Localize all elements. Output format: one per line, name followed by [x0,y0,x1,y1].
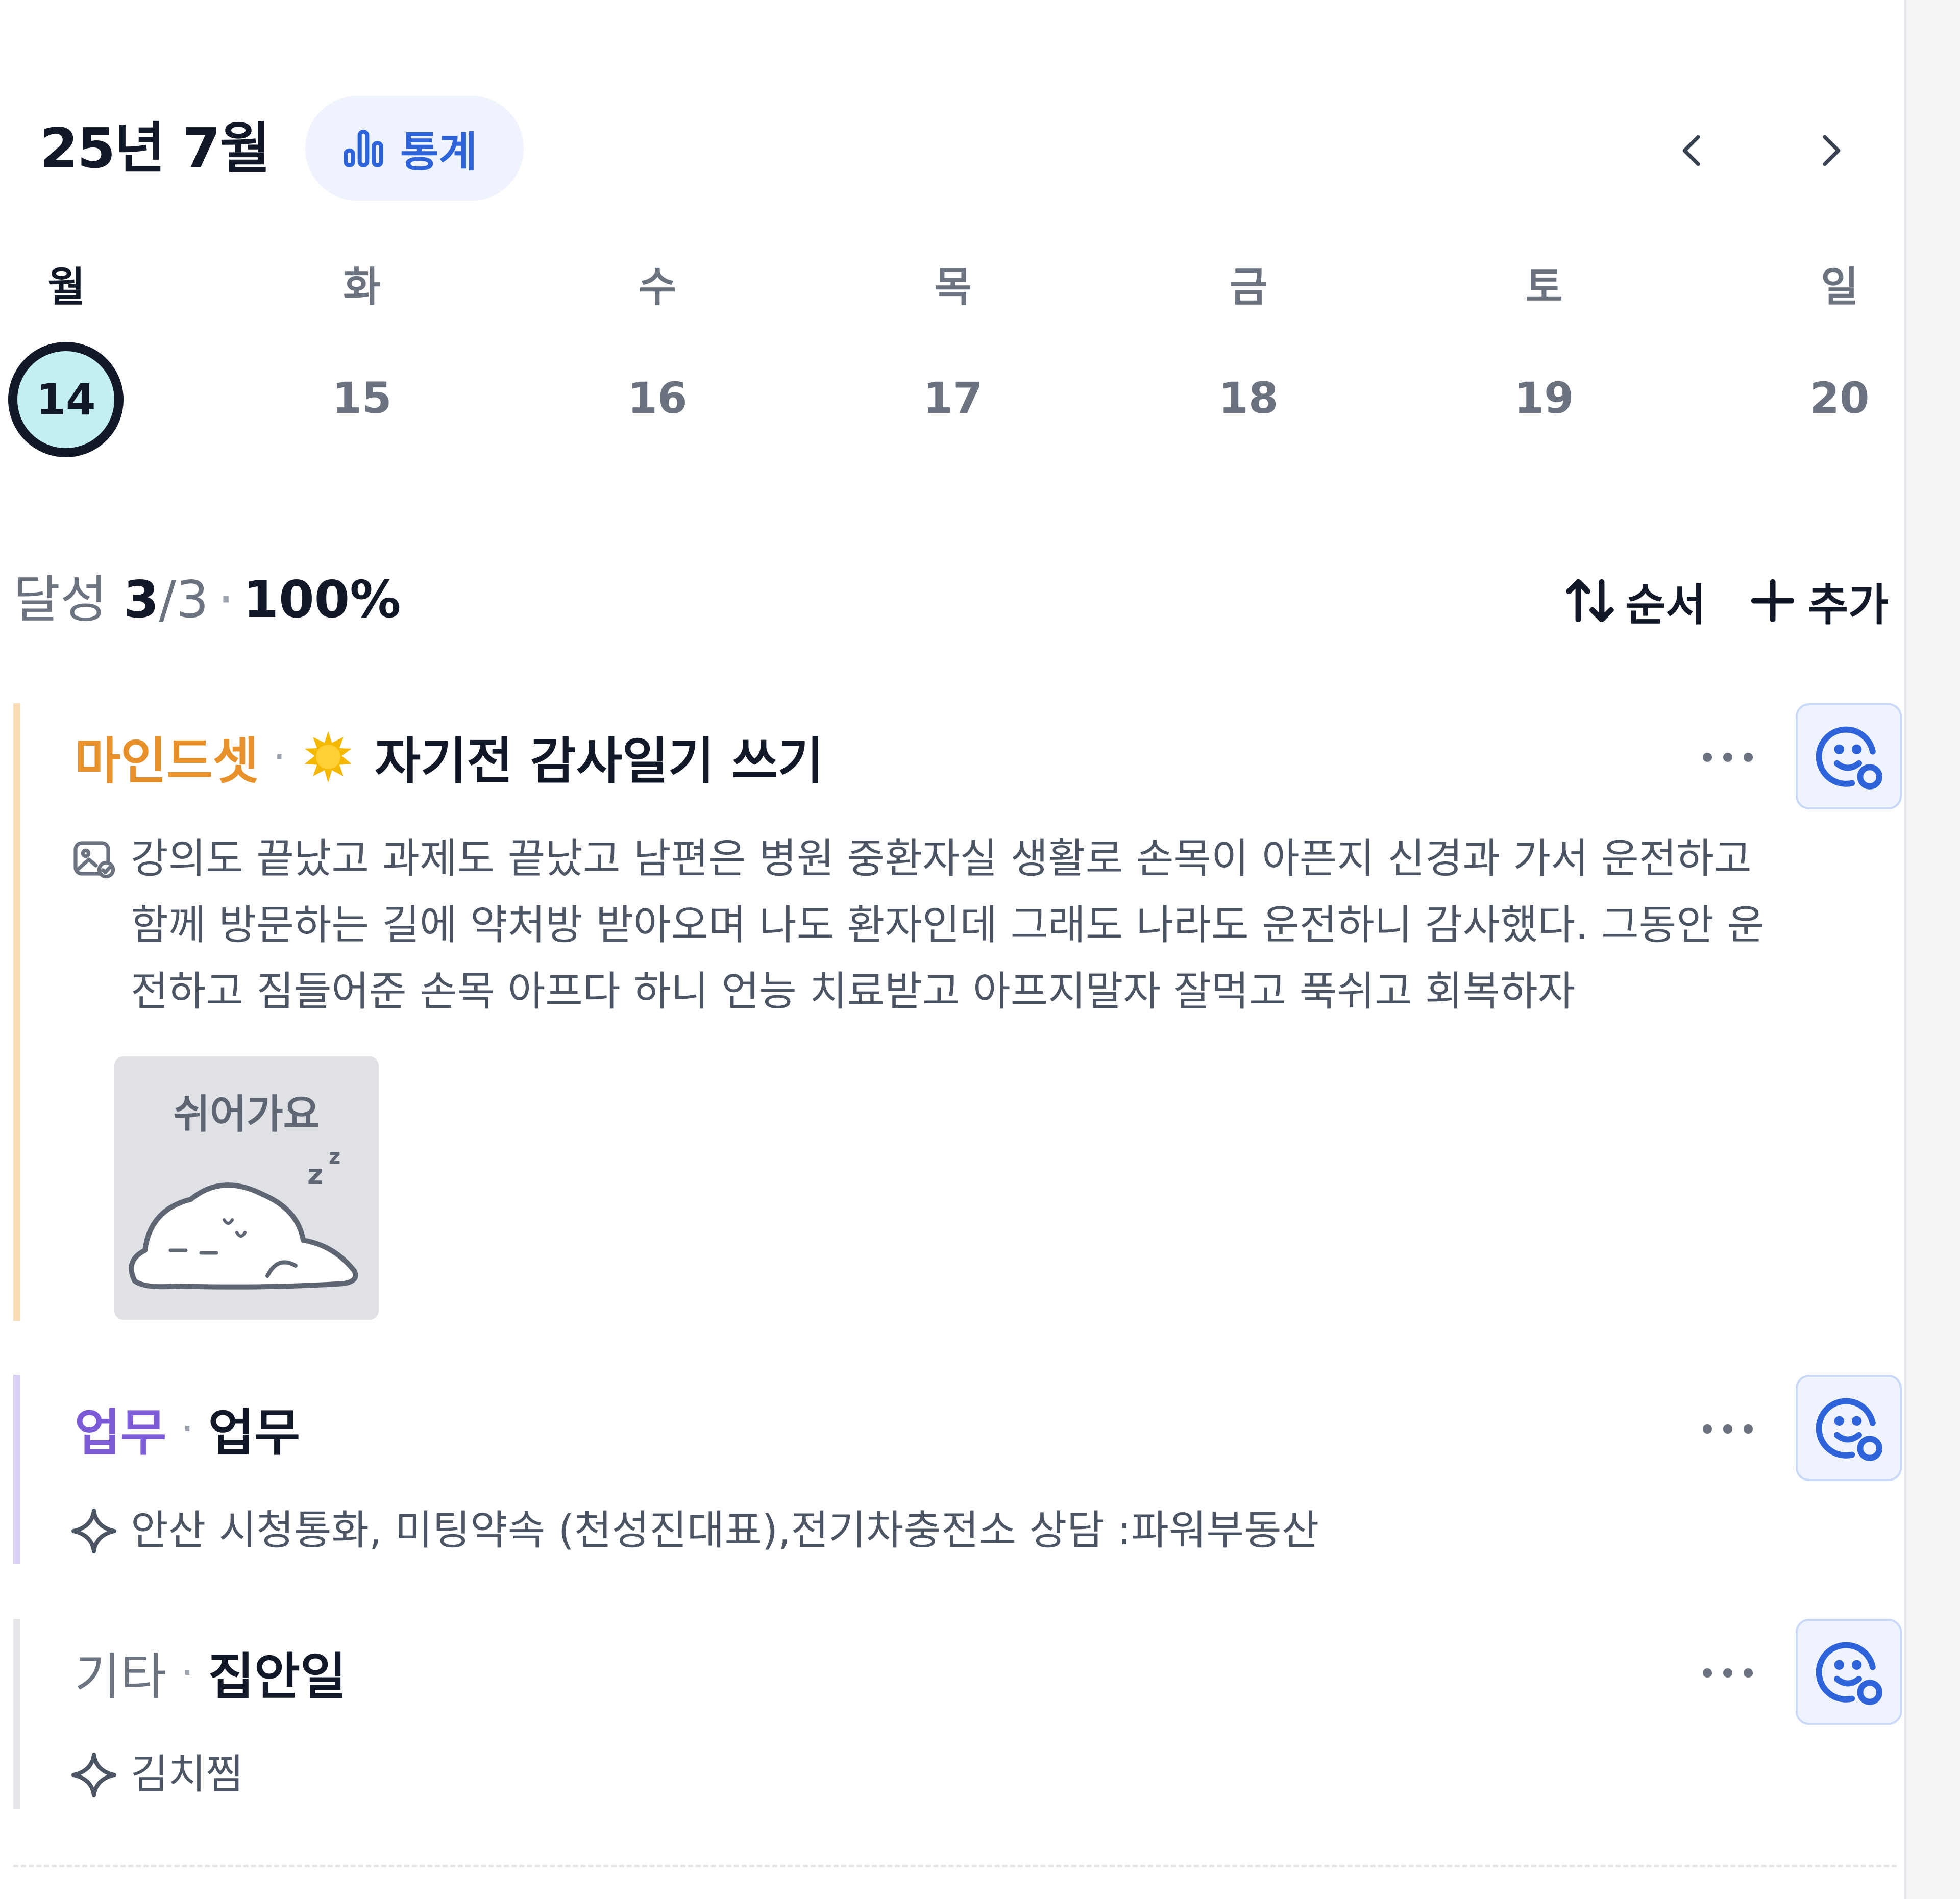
stats-label: 통계 [400,128,477,177]
task-card-work[interactable]: 업무 · 업무 안산 시청통화, 미팅약속 (천성진대표),전기차충전소 상담 … [13,1375,1902,1564]
achievement-summary: 달성 3/3 · 100% [13,566,401,633]
separator-dot: · [181,1648,194,1696]
weekday-thu: 목 [934,263,972,311]
weekday-sun: 일 [1821,263,1858,311]
sort-label: 순서 [1625,579,1706,631]
achievement-label: 달성 [13,570,107,629]
task-title: 집안일 [208,1648,347,1706]
sleeping-character-sticker: 쉬어가요 z z [129,1092,358,1290]
sun-emoji-icon [305,731,352,783]
task-header: 마인드셋 · 자기전 감사일기 쓰기 [75,703,824,810]
task-header: 기타 · 집안일 [75,1619,346,1726]
weekday-fri: 금 [1230,263,1267,311]
image-note-icon [74,841,115,879]
day-cell[interactable]: 19 [1478,370,1610,426]
divider [13,1865,1897,1867]
weekday-mon: 월 [47,263,85,311]
more-horizontal-icon [1703,753,1753,762]
task-category: 기타 [75,1648,167,1706]
chevron-left-icon [1682,135,1700,166]
prev-week-button[interactable] [1665,122,1721,179]
task-note: 안산 시청통화, 미팅약속 (천성진대표),전기차충전소 상담 :파워부동산 [69,1497,1319,1564]
day-cell[interactable]: 18 [1182,370,1315,426]
note-line: 김치찜 [131,1750,243,1798]
task-note: 김치찜 [69,1741,243,1808]
note-line: 함께 방문하는 길에 약처방 받아오며 나도 환자인데 그래도 나라도 운전하니… [131,901,1765,949]
more-horizontal-icon [1703,1424,1753,1434]
weekday-tue: 화 [343,263,381,311]
task-title: 자기전 감사일기 쓰기 [375,732,824,791]
task-title: 업무 [208,1404,301,1462]
sticker-text: 쉬어가요 [173,1092,320,1138]
sticker-image[interactable]: 쉬어가요 z z [114,1056,379,1320]
separator-dot: · [273,733,286,781]
weekday-sat: 토 [1525,263,1563,311]
day-cell-selected[interactable]: 14 [8,342,124,457]
note-line: 안산 시청통화, 미팅약속 (천성진대표),전기차충전소 상담 :파워부동산 [131,1507,1319,1554]
svg-text:z: z [329,1145,340,1169]
task-category: 업무 [75,1404,167,1462]
weekday-wed: 수 [639,263,676,311]
sort-arrows-icon [1566,579,1614,623]
plus-icon [1751,579,1795,623]
month-title: 25년 7월 [40,117,271,181]
note-line: 전하고 짐들어준 손목 아프다 하니 언능 치료받고 아프지말자 잘먹고 푹쉬고… [131,968,1576,1015]
reaction-button[interactable] [1796,1619,1902,1725]
more-options-button[interactable] [1684,1403,1771,1454]
achievement-percent: 100% [243,570,401,629]
sparkle-icon [71,1753,116,1797]
more-options-button[interactable] [1684,1647,1771,1698]
bar-chart-icon [344,129,383,167]
sort-button[interactable]: 순서 [1562,568,1706,634]
day-cell[interactable]: 20 [1773,370,1906,426]
achievement-done: 3 [123,570,159,629]
note-line: 강의도 끝났고 과제도 끝났고 남편은 병원 중환자실 생활로 손목이 아픈지 … [131,835,1752,882]
habit-tracker-page: 25년 7월 통계 월 화 수 목 금 토 일 14 15 16 17 18 1… [0,0,1960,1899]
task-note-text: 강의도 끝났고 과제도 끝났고 남편은 병원 중환자실 생활로 손목이 아픈지 … [131,826,1765,1025]
day-cell[interactable]: 17 [887,370,1019,426]
task-note-text: 김치찜 [131,1741,243,1808]
smile-add-icon [1816,1642,1882,1705]
task-note-text: 안산 시청통화, 미팅약속 (천성진대표),전기차충전소 상담 :파워부동산 [131,1497,1319,1564]
task-note: 강의도 끝났고 과제도 끝났고 남편은 병원 중환자실 생활로 손목이 아픈지 … [69,826,1765,1025]
add-button[interactable]: 추가 [1745,568,1889,634]
reaction-button[interactable] [1796,703,1902,809]
more-horizontal-icon [1703,1668,1753,1678]
reaction-button[interactable] [1796,1375,1902,1481]
svg-text:z: z [307,1158,323,1191]
task-category: 마인드셋 [75,732,259,791]
task-card-etc[interactable]: 기타 · 집안일 김치찜 [13,1619,1902,1809]
smile-add-icon [1816,726,1882,790]
task-header: 업무 · 업무 [75,1375,300,1482]
more-options-button[interactable] [1684,732,1771,783]
next-week-button[interactable] [1802,122,1858,179]
sparkle-icon [71,1509,116,1553]
chevron-right-icon [1823,135,1841,166]
stats-button[interactable]: 통계 [305,96,524,201]
achievement-total: /3 [159,570,209,629]
separator-dot: · [217,570,234,629]
day-cell[interactable]: 16 [591,370,724,426]
scrollbar-track[interactable] [1904,0,1960,1899]
add-label: 추가 [1808,579,1889,631]
day-cell[interactable]: 15 [296,370,428,426]
smile-add-icon [1816,1398,1882,1461]
separator-dot: · [181,1404,194,1452]
